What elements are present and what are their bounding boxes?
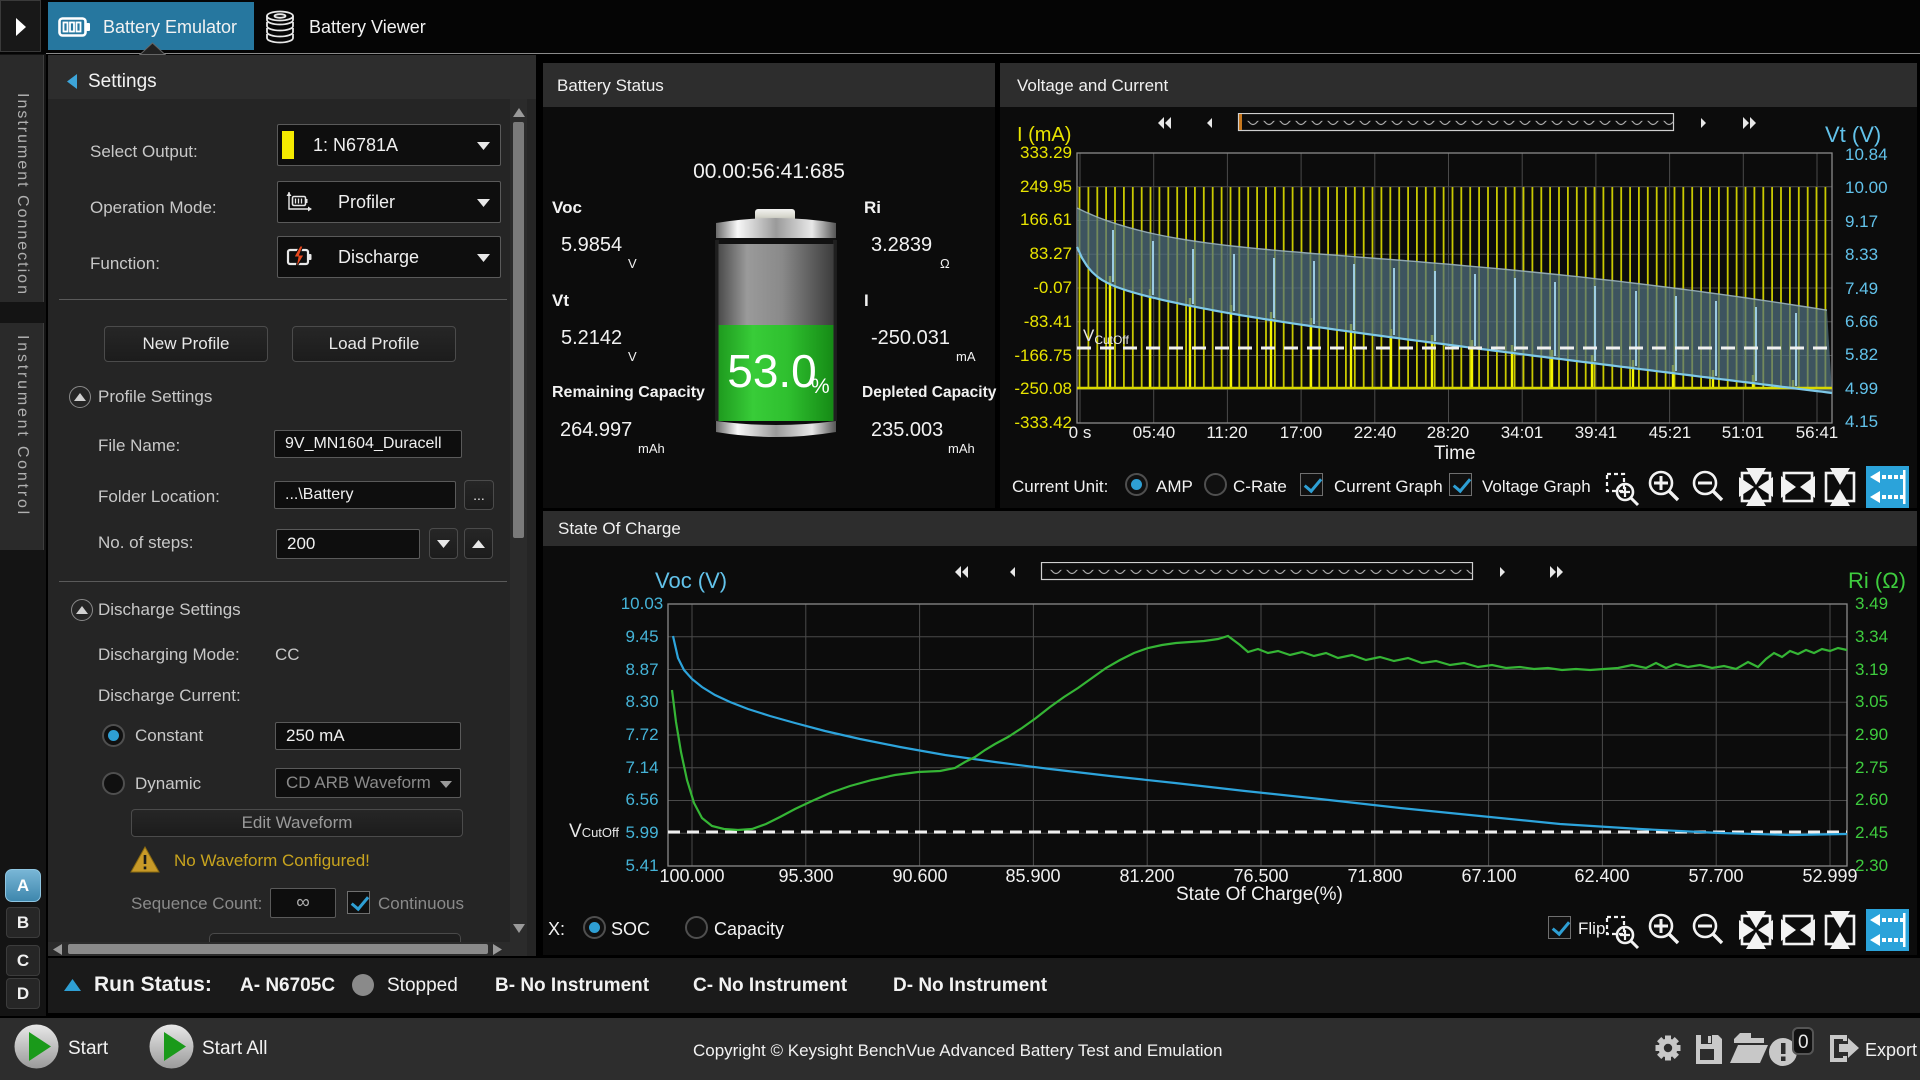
svg-text:%: % xyxy=(811,375,830,398)
svg-text:53.0: 53.0 xyxy=(727,345,817,397)
svg-text:0: 0 xyxy=(1798,1032,1809,1053)
svg-text:Export: Export xyxy=(1865,1040,1917,1060)
